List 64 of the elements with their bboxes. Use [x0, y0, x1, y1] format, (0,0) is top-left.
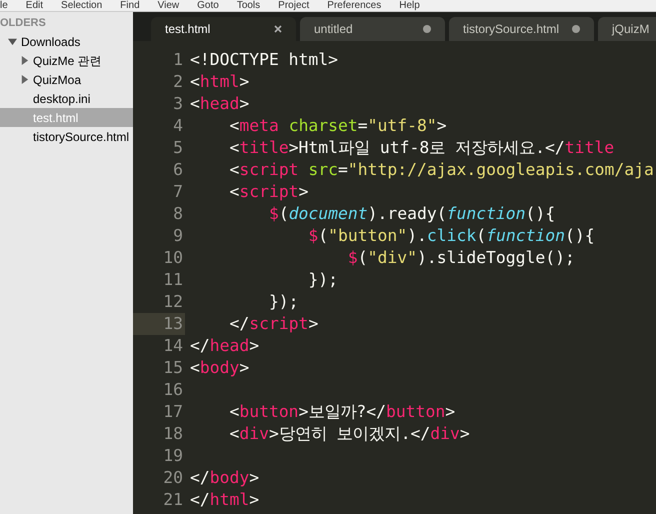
folder-item[interactable]: Downloads — [0, 32, 133, 51]
line-number: 20 — [162, 467, 184, 489]
tab[interactable]: tistorySource.html — [449, 17, 594, 41]
file-item[interactable]: tistorySource.html — [0, 127, 133, 146]
tab[interactable]: test.html — [151, 17, 296, 41]
line-number: 14 — [162, 335, 184, 357]
menu-item[interactable]: le — [0, 0, 8, 11]
line-number: 12 — [162, 291, 184, 313]
line-number: 16 — [162, 379, 184, 401]
code-line: </script> — [228, 314, 318, 333]
menu-item[interactable]: Selection — [61, 0, 102, 11]
menu-item[interactable]: Help — [399, 0, 420, 11]
line-number: 2 — [172, 71, 184, 93]
code-line: <script> — [228, 182, 308, 201]
file-item[interactable]: desktop.ini — [0, 89, 133, 108]
line-number: 8 — [172, 203, 184, 225]
code-line: </html> — [190, 490, 260, 509]
line-number: 4 — [172, 115, 184, 137]
menu-item[interactable]: Edit — [26, 0, 44, 11]
code-line: <title>Html파일 utf-8로 저장하세요.</title — [228, 138, 614, 157]
line-number: 15 — [162, 357, 184, 379]
code-line: $(document).ready(function(){ — [268, 204, 556, 223]
line-number: 3 — [172, 93, 184, 115]
collapsed-arrow-icon[interactable] — [20, 75, 29, 84]
menu-item[interactable]: Tools — [236, 0, 260, 11]
code-line: <script src="http://ajax.googleapis.com/aja — [228, 160, 654, 179]
folder-item[interactable]: QuizMoa — [0, 70, 133, 89]
code-line: <!DOCTYPE html> — [190, 50, 338, 69]
tab[interactable]: untitled — [300, 17, 445, 41]
sidebar-header: OLDERS — [0, 16, 47, 31]
code-line: }); — [307, 270, 338, 289]
code-line: }); — [268, 292, 299, 311]
code-line: $("div").slideToggle(); — [346, 248, 575, 267]
line-number: 9 — [172, 225, 184, 247]
code-line: <div>당연히 보이겠지.</div> — [228, 424, 470, 443]
code-line: $("button").click(function(){ — [307, 226, 595, 245]
menu-item[interactable]: View — [158, 0, 180, 11]
folder-item[interactable]: QuizMe 관련 — [0, 51, 133, 70]
line-number: 10 — [162, 247, 184, 269]
code-line: <meta charset="utf-8"> — [228, 116, 447, 135]
code-line: <html> — [190, 72, 250, 91]
expanded-arrow-icon[interactable] — [8, 37, 17, 46]
line-number: 21 — [162, 489, 184, 511]
line-number: 13 — [133, 313, 185, 335]
line-number: 6 — [172, 159, 184, 181]
line-number: 5 — [172, 137, 184, 159]
line-number: 7 — [172, 181, 184, 203]
line-number: 19 — [162, 445, 184, 467]
menu-item[interactable]: Preferences — [327, 0, 382, 11]
code-line: <button>보일까?</button> — [228, 402, 456, 421]
line-number: 11 — [162, 269, 184, 291]
line-number: 1 — [172, 49, 184, 71]
line-number: 18 — [162, 423, 184, 445]
menu-item[interactable]: Project — [278, 0, 310, 11]
menu-item[interactable]: Goto — [197, 0, 219, 11]
tab[interactable]: jQuizM — [598, 17, 656, 41]
code-line: </body> — [190, 468, 260, 487]
line-number: 17 — [162, 401, 184, 423]
close-icon[interactable] — [274, 25, 282, 33]
collapsed-arrow-icon[interactable] — [20, 56, 29, 65]
menu-item[interactable]: Find — [120, 0, 140, 11]
code-line: </head> — [190, 336, 260, 355]
code-line: <body> — [190, 358, 250, 377]
code-line: <head> — [190, 94, 250, 113]
